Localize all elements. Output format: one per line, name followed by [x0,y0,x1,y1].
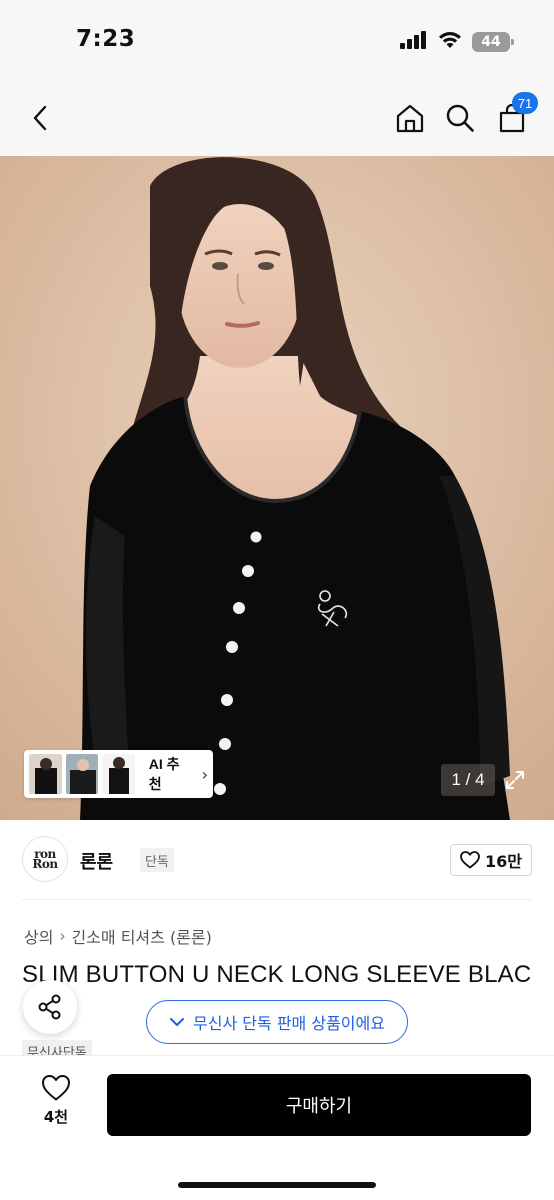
heart-icon [42,1075,70,1101]
breadcrumb: 상의 › 긴소매 티셔츠 (론론) [24,924,212,948]
exclusive-notice-pill[interactable]: 무신사 단독 판매 상품이에요 [146,1000,408,1044]
buy-button[interactable]: 구매하기 [107,1074,531,1136]
brand-row: ron Ron 론론 단독 16만 [22,836,532,884]
product-image-gallery[interactable]: AI 추천 › 1 / 4 [0,156,554,820]
ai-thumb-1 [29,754,62,794]
expand-icon [506,771,524,789]
top-nav: 71 [0,82,554,156]
ai-recommend-label: AI 추천 [148,756,180,792]
bottom-action-bar: 4천 구매하기 [0,1055,554,1200]
brand-exclusive-tag: 단독 [140,848,174,872]
search-button[interactable] [442,100,478,136]
wishlist-count: 4천 [43,1108,69,1126]
status-indicators: 44 [400,30,514,54]
search-icon [446,104,474,132]
ai-thumb-2 [65,754,99,794]
exclusive-notice-text: 무신사 단독 판매 상품이에요 [193,1014,385,1033]
wifi-icon [437,30,463,54]
breadcrumb-item-category[interactable]: 상의 [24,924,53,948]
signal-icon [400,31,428,53]
cart-button[interactable]: 71 [494,92,538,136]
chevron-right-icon: › [59,927,66,945]
brand-name[interactable]: 론론 [80,848,113,874]
status-bar: 7:23 44 [0,0,554,82]
battery-icon: 44 [472,32,514,52]
breadcrumb-item-subcategory[interactable]: 긴소매 티셔츠 (론론) [71,924,211,948]
ai-thumb-3 [102,754,135,794]
product-photo [0,156,554,820]
divider [22,899,532,900]
chevron-right-icon: › [201,764,208,784]
ai-recommend-button[interactable]: AI 추천 › [24,750,213,798]
brand-like-count: 16만 [485,852,522,871]
expand-button[interactable] [500,765,530,795]
image-pager: 1 / 4 [441,764,495,796]
brand-logo[interactable]: ron Ron [22,836,68,882]
back-button[interactable] [22,100,58,136]
status-time: 7:23 [76,26,136,52]
cart-count-badge: 71 [512,92,538,114]
back-icon [33,105,47,131]
brand-like-button[interactable]: 16만 [450,844,532,876]
chevron-down-icon [170,1018,185,1026]
wishlist-button[interactable]: 4천 [26,1074,86,1134]
home-icon [396,104,424,133]
home-indicator [178,1182,376,1188]
heart-icon [460,851,480,869]
brand-logo-text-2: Ron [32,857,58,871]
share-icon [38,994,61,1020]
share-button[interactable] [23,980,77,1034]
home-button[interactable] [392,100,428,136]
product-title: SLIM BUTTON U NECK LONG SLEEVE BLAC [22,961,532,988]
